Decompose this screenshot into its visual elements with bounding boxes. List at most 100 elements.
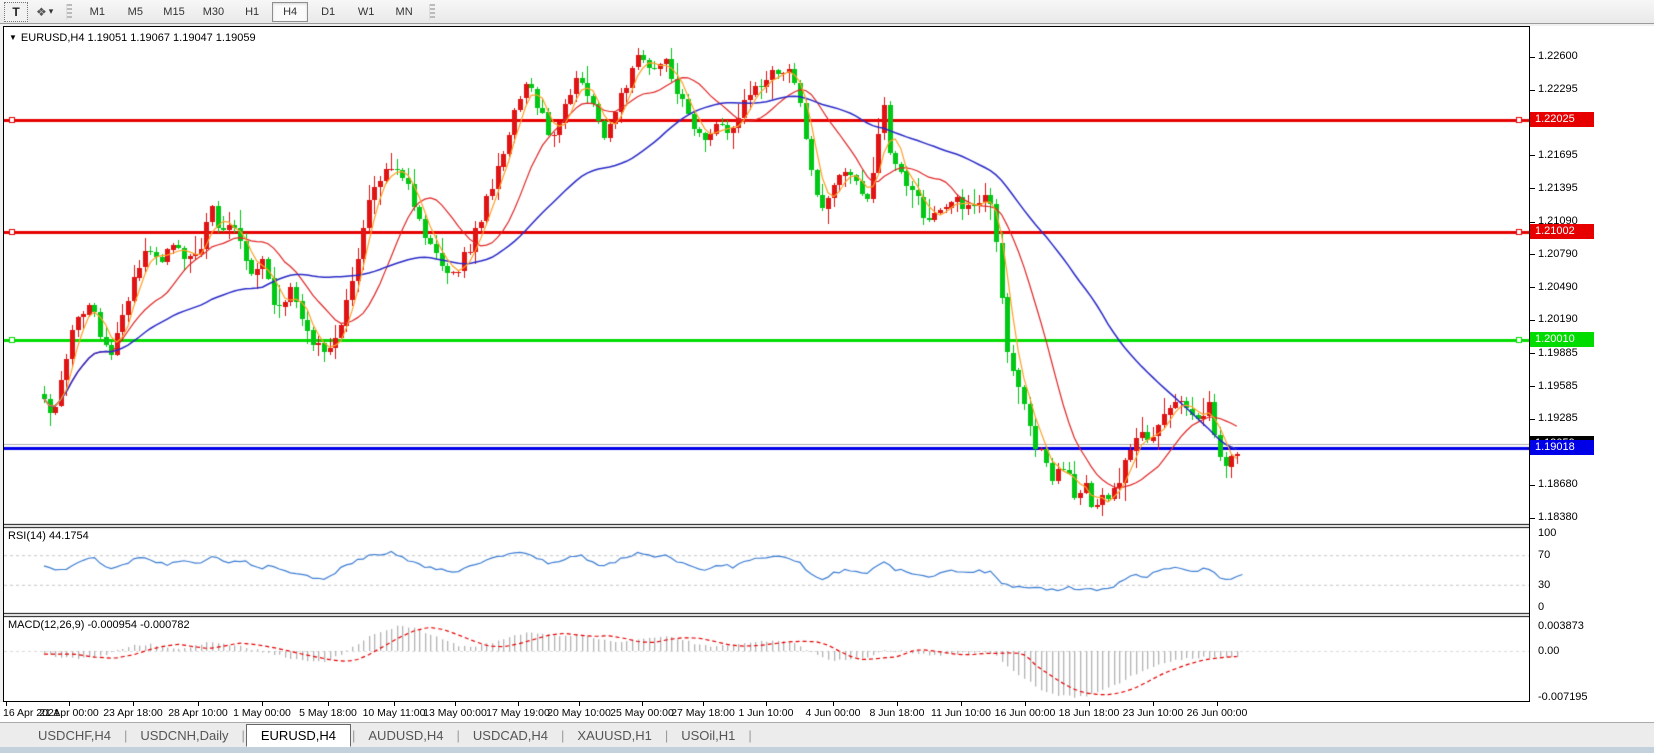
- timeframe-button-m30[interactable]: M30: [195, 2, 232, 22]
- time-tick-label: 20 May 10:00: [547, 707, 611, 719]
- time-tick-mark: [833, 702, 834, 706]
- time-tick-label: 4 Jun 00:00: [805, 707, 861, 719]
- timeframe-button-group: M1 M5 M15 M30 H1 H4 D1 W1 MN: [79, 1, 422, 22]
- price-axis[interactable]: 1.226001.222951.219951.216951.213951.210…: [1530, 26, 1654, 703]
- price-tick-label: 1.20790: [1538, 247, 1578, 260]
- price-chart-canvas[interactable]: [4, 27, 1529, 701]
- price-tick-mark: [1530, 517, 1535, 519]
- symbol-tab-usdcnh[interactable]: USDCNH,Daily: [128, 725, 240, 746]
- symbol-dropdown-triangle-icon: ▼: [9, 33, 17, 42]
- price-tick-mark: [1530, 89, 1535, 91]
- timeframe-button-m1[interactable]: M1: [79, 2, 115, 22]
- styles-icon: ❖: [36, 4, 47, 19]
- mt4-application-window: { "toolbar": { "text_tool_label": "T", "…: [0, 0, 1654, 753]
- ohlc-open: 1.19051: [87, 32, 128, 44]
- styles-dropdown-button[interactable]: ❖ ▾: [30, 2, 59, 22]
- timeframe-button-h4[interactable]: H4: [272, 1, 309, 22]
- time-tick-mark: [262, 702, 263, 706]
- price-tick-mark: [1530, 287, 1535, 289]
- time-tick-label: 5 May 18:00: [299, 707, 357, 719]
- rsi-name: RSI(14): [8, 530, 46, 542]
- ohlc-high: 1.19067: [130, 32, 171, 44]
- hline-price-label: 1.20010: [1530, 332, 1594, 348]
- symbol-tab-usdchf[interactable]: USDCHF,H4: [26, 725, 123, 746]
- tab-separator: |: [123, 727, 128, 743]
- ohlc-close: 1.19059: [215, 32, 256, 44]
- time-tick-label: 11 Jun 10:00: [931, 707, 991, 719]
- time-tick-mark: [897, 702, 898, 706]
- time-tick-mark: [328, 702, 329, 706]
- timeframe-button-m5[interactable]: M5: [117, 2, 153, 22]
- price-tick-label: 1.19585: [1538, 379, 1578, 392]
- price-tick-label: 1.21395: [1538, 181, 1578, 194]
- price-tick-label: 1.18380: [1538, 511, 1578, 524]
- timeframe-button-d1[interactable]: D1: [310, 2, 346, 22]
- timeframe-button-mn[interactable]: MN: [386, 2, 422, 22]
- text-tool-button[interactable]: T: [4, 1, 28, 22]
- price-tick-mark: [1530, 155, 1535, 157]
- time-tick-label: 23 Apr 18:00: [103, 707, 163, 719]
- symbol-tab-bar: USDCHF,H4 | USDCNH,Daily | EURUSD,H4 | AUDUSD,…: [0, 722, 1654, 747]
- hline-price-label: 1.21002: [1530, 223, 1594, 239]
- time-tick-mark: [579, 702, 580, 706]
- macd-name: MACD(12,26,9): [8, 619, 85, 631]
- chevron-down-icon: ▾: [48, 6, 54, 16]
- symbol-tab-xauusd[interactable]: XAUUSD,H1: [565, 725, 663, 746]
- time-tick-mark: [455, 702, 456, 706]
- toolbar-drag-handle[interactable]: [66, 3, 73, 20]
- time-axis[interactable]: 16 Apr 2021 21 Apr 00:00 23 Apr 18:00 28 Ap…: [0, 702, 1654, 722]
- time-tick-mark: [1025, 702, 1026, 706]
- price-tick-label: 1.22295: [1538, 83, 1578, 96]
- symbol-tab-usdcad[interactable]: USDCAD,H4: [461, 725, 560, 746]
- time-tick-mark: [1153, 702, 1154, 706]
- tab-separator: |: [241, 727, 245, 743]
- price-tick-mark: [1530, 221, 1535, 223]
- tab-separator: |: [748, 727, 752, 743]
- window-bottom-edge: [0, 747, 1654, 753]
- time-tick-mark: [961, 702, 962, 706]
- price-tick-label: 1.22600: [1538, 50, 1578, 62]
- timeframe-button-h1[interactable]: H1: [234, 2, 270, 22]
- time-tick-label: 17 May 19:00: [486, 707, 550, 719]
- tab-separator: |: [456, 727, 460, 743]
- time-tick-label: 27 May 18:00: [671, 707, 735, 719]
- price-tick-label: 1.20490: [1538, 280, 1578, 293]
- chart-window: ▼ EURUSD,H4 1.19051 1.19067 1.19047 1.19059 R…: [3, 26, 1530, 702]
- time-tick-label: 16 Jun 00:00: [994, 707, 1056, 719]
- time-tick-mark: [133, 702, 134, 706]
- time-tick-label: 1 Jun 10:00: [738, 707, 794, 719]
- macd-tick-label: 0.00: [1538, 645, 1560, 657]
- time-tick-label: 8 Jun 18:00: [869, 707, 925, 719]
- time-tick-label: 25 May 00:00: [610, 707, 674, 719]
- price-tick-label: 1.21695: [1538, 148, 1578, 161]
- price-tick-mark: [1530, 484, 1535, 486]
- chart-title: ▼ EURUSD,H4 1.19051 1.19067 1.19047 1.19059: [9, 32, 259, 44]
- tab-separator: |: [664, 727, 669, 743]
- timeframe-button-w1[interactable]: W1: [348, 2, 384, 22]
- hline-price-label: 1.19018: [1530, 440, 1594, 456]
- rsi-tick-label: 100: [1538, 527, 1557, 539]
- toolbar-drag-handle[interactable]: [429, 3, 436, 20]
- price-tick-mark: [1530, 188, 1535, 190]
- price-tick-mark: [1530, 353, 1535, 355]
- price-tick-label: 1.20190: [1538, 313, 1578, 326]
- symbol-tab-eurusd[interactable]: EURUSD,H4: [245, 723, 351, 747]
- time-tick-mark: [766, 702, 767, 706]
- time-tick-mark: [1089, 702, 1090, 706]
- price-tick-label: 1.18680: [1538, 478, 1578, 491]
- tab-separator: |: [561, 727, 565, 743]
- rsi-tick-label: 70: [1538, 549, 1551, 562]
- time-tick-label: 21 Apr 00:00: [39, 707, 99, 719]
- macd-indicator-label: MACD(12,26,9) -0.000954 -0.000782: [8, 619, 190, 631]
- symbol-tab-usoil[interactable]: USOil,H1: [669, 725, 747, 746]
- price-tick-label: 1.19885: [1538, 346, 1578, 359]
- price-tick-mark: [1530, 319, 1535, 321]
- time-tick-mark: [703, 702, 704, 706]
- price-tick-label: 1.19285: [1538, 412, 1578, 425]
- timeframe-button-m15[interactable]: M15: [155, 2, 192, 22]
- chart-symbol-period: EURUSD,H4: [20, 32, 85, 44]
- rsi-indicator-label: RSI(14) 44.1754: [8, 530, 89, 542]
- symbol-tab-audusd[interactable]: AUDUSD,H4: [356, 725, 455, 746]
- hline-price-label: 1.22025: [1530, 111, 1594, 127]
- time-tick-mark: [198, 702, 199, 706]
